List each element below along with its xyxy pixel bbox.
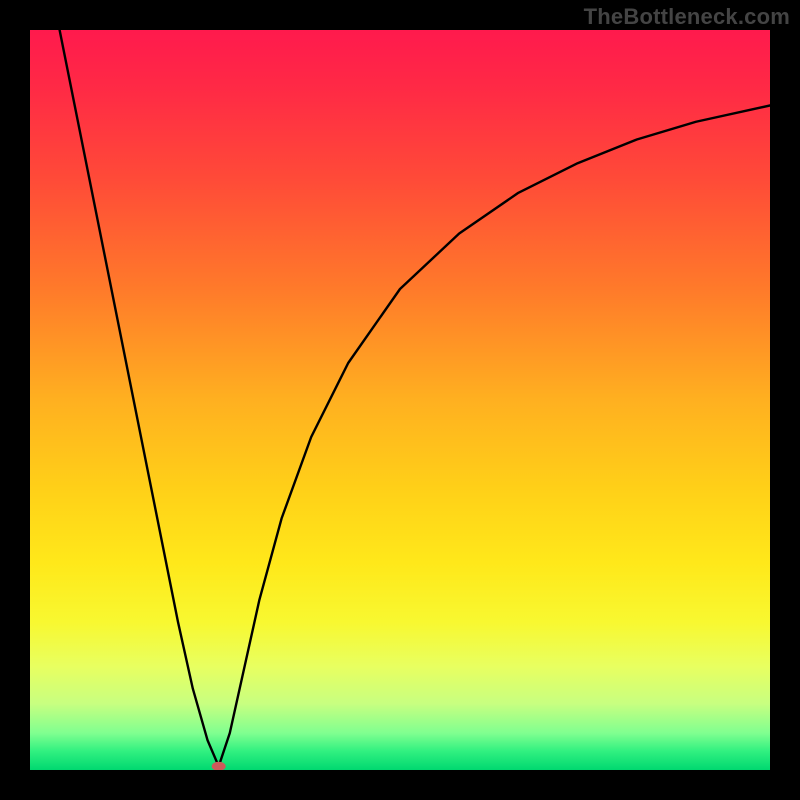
bottleneck-chart	[30, 30, 770, 770]
chart-frame	[30, 30, 770, 770]
watermark-text: TheBottleneck.com	[584, 4, 790, 30]
gradient-background	[30, 30, 770, 770]
